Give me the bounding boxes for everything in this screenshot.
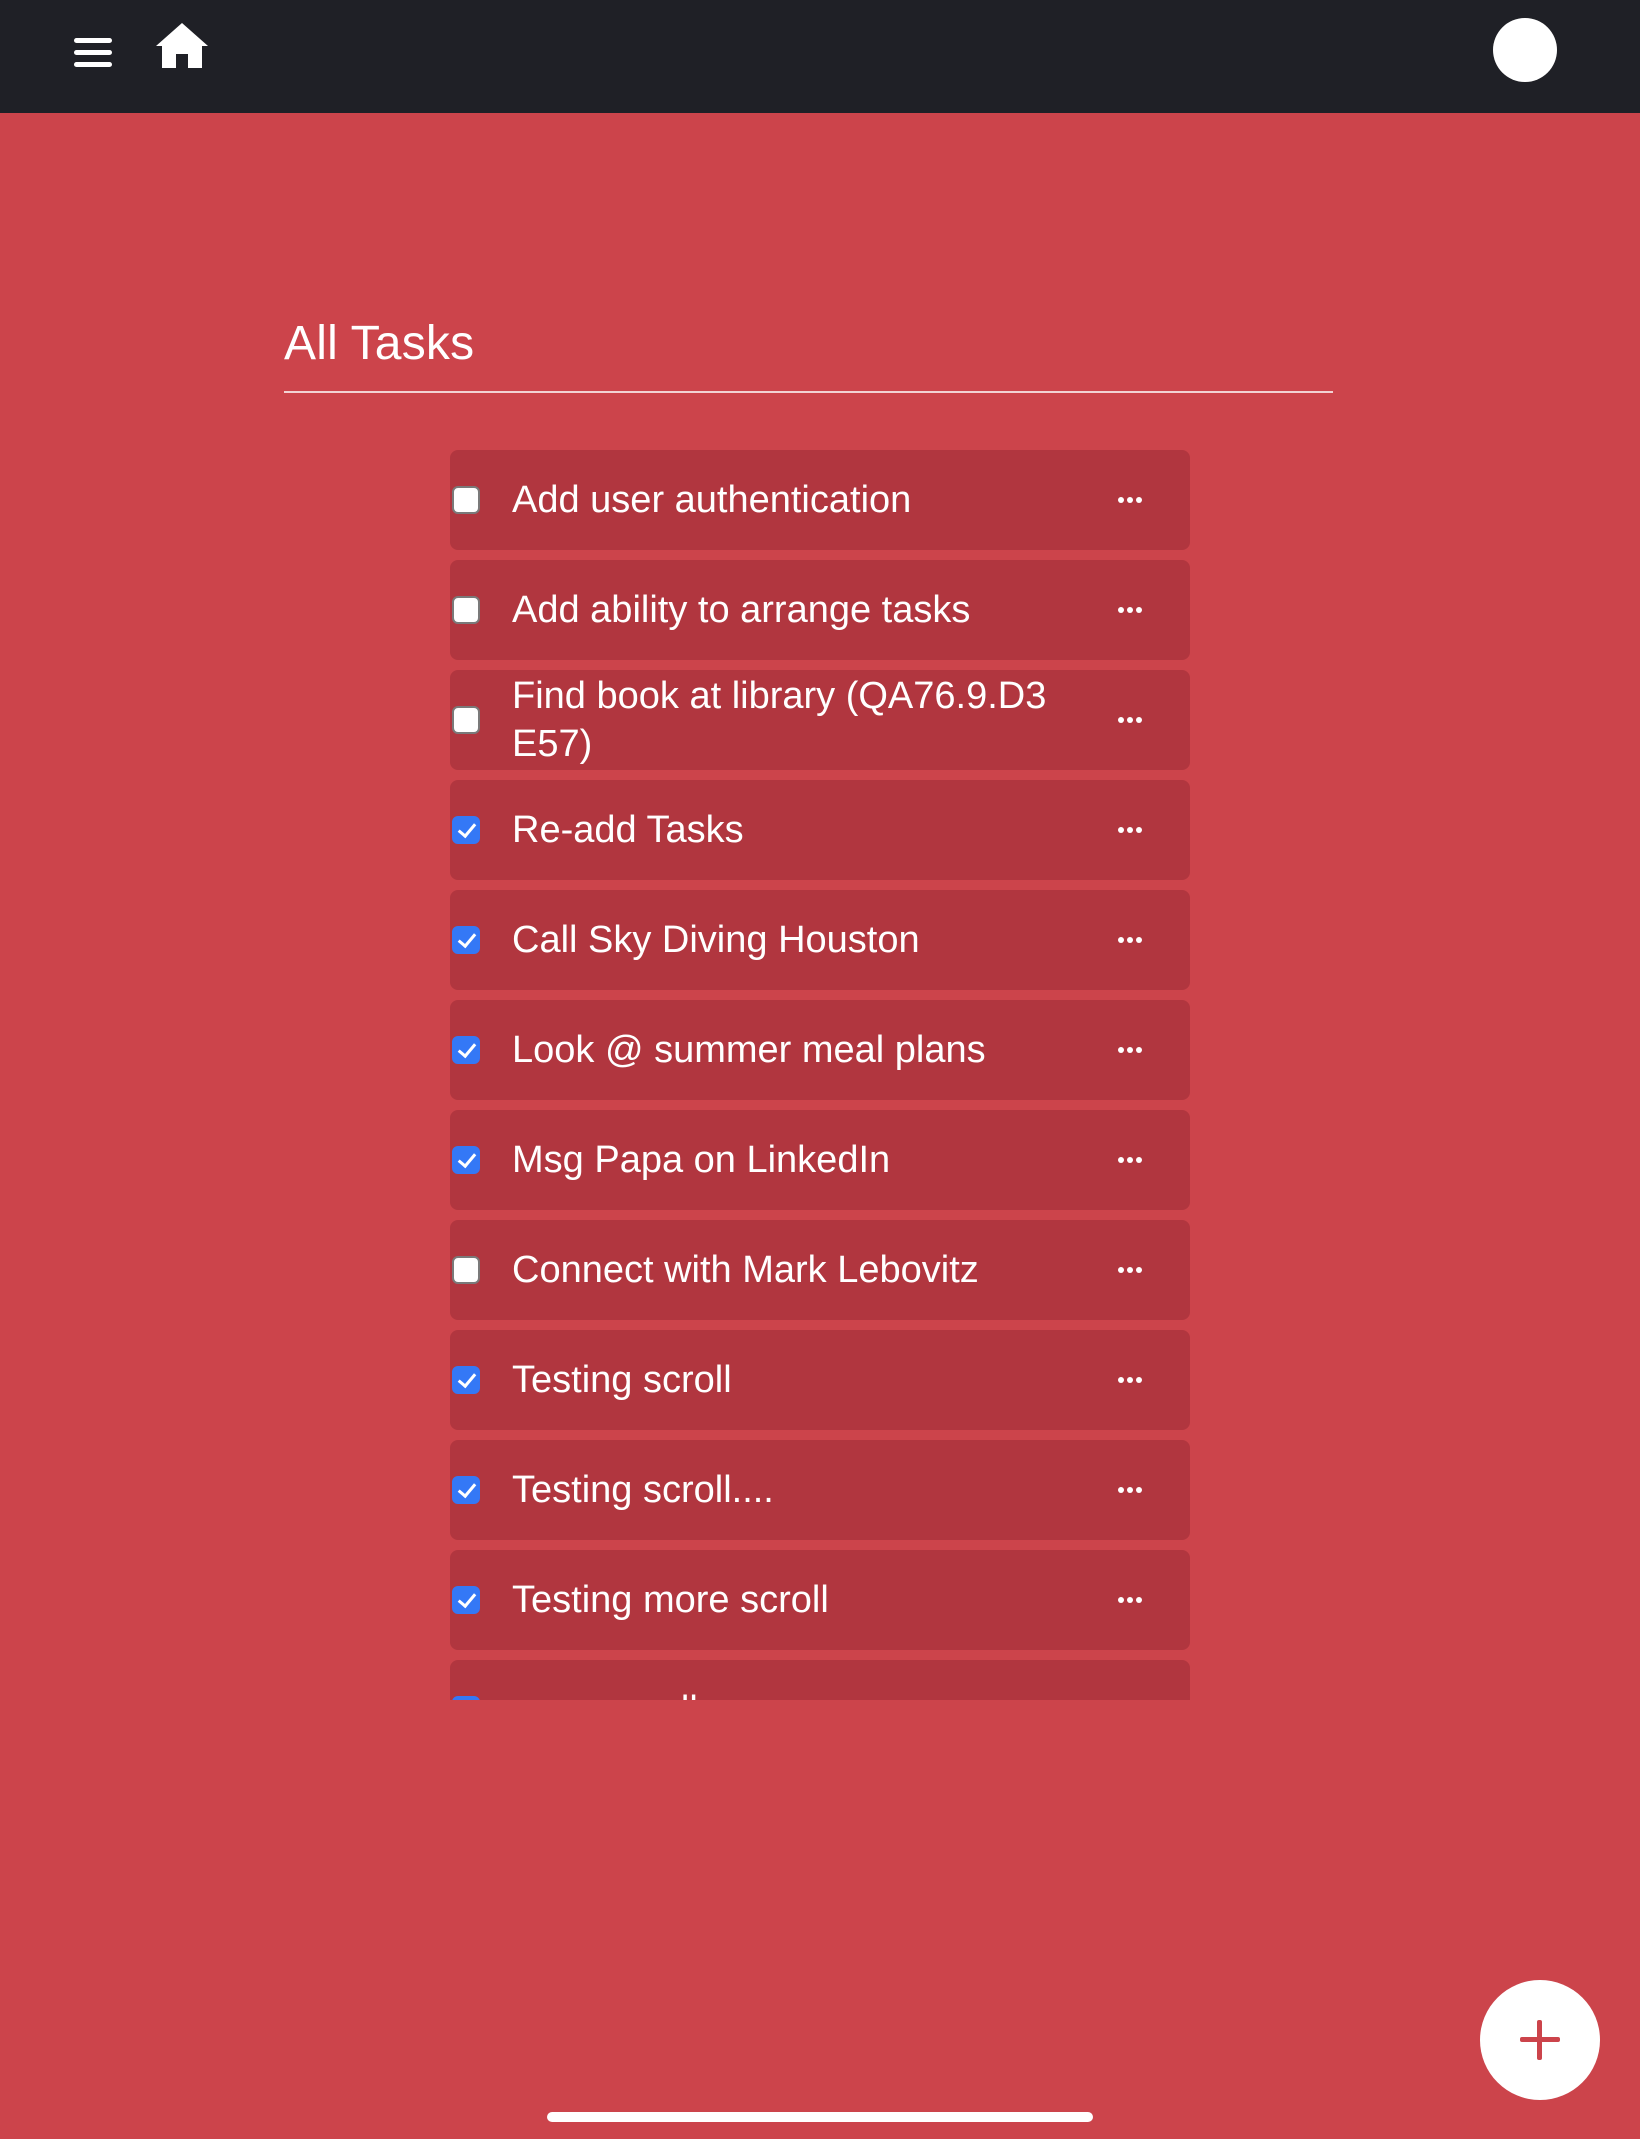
task-label: Testing scroll.... [512,1469,774,1511]
task-label: Add user authentication [512,479,912,521]
more-horizontal-icon[interactable] [1106,485,1154,515]
task-checkbox[interactable] [452,706,480,734]
task-checkbox-checked[interactable] [452,1476,480,1504]
task-list-viewport[interactable]: Add user authentication Add ability to ar… [450,450,1190,1700]
task-item[interactable]: Msg Papa on LinkedIn [450,1110,1190,1210]
more-horizontal-icon[interactable] [1106,595,1154,625]
task-checkbox-checked[interactable] [452,1146,480,1174]
task-label: Testing scroll [512,1359,732,1401]
home-indicator [547,2112,1093,2122]
more-horizontal-icon[interactable] [1106,1255,1154,1285]
more-horizontal-icon[interactable] [1106,1035,1154,1065]
task-item[interactable]: more scroll [450,1660,1190,1700]
task-label: Add ability to arrange tasks [512,589,971,631]
task-checkbox-checked[interactable] [452,1036,480,1064]
task-label: more scroll [512,1660,1052,1700]
task-item[interactable]: Call Sky Diving Houston [450,890,1190,990]
task-item[interactable]: Find book at library (QA76.9.D3 E57) [450,670,1190,770]
task-checkbox[interactable] [452,1256,480,1284]
top-bar [0,0,1640,113]
title-divider [284,391,1333,393]
task-label: Re-add Tasks [512,809,744,851]
task-checkbox-checked[interactable] [452,926,480,954]
task-label: Find book at library (QA76.9.D3 E57) [512,675,1047,765]
task-item[interactable]: Re-add Tasks [450,780,1190,880]
user-avatar[interactable] [1493,18,1557,82]
app-root: All Tasks Add user authentication Add abi… [0,0,1640,2139]
more-horizontal-icon[interactable] [1106,1475,1154,1505]
more-horizontal-icon[interactable] [1106,705,1154,735]
task-item[interactable]: Connect with Mark Lebovitz [450,1220,1190,1320]
task-checkbox-checked[interactable] [452,1586,480,1614]
task-item[interactable]: Add user authentication [450,450,1190,550]
more-horizontal-icon[interactable] [1106,1365,1154,1395]
more-horizontal-icon[interactable] [1106,1145,1154,1175]
task-list: Add user authentication Add ability to ar… [450,450,1190,1700]
home-icon[interactable] [154,20,210,72]
more-horizontal-icon[interactable] [1106,925,1154,955]
task-item[interactable]: Testing scroll.... [450,1440,1190,1540]
task-label: Msg Papa on LinkedIn [512,1139,891,1181]
task-checkbox-checked[interactable] [452,816,480,844]
task-label: Connect with Mark Lebovitz [512,1249,979,1291]
task-item[interactable]: Testing more scroll [450,1550,1190,1650]
task-label: Call Sky Diving Houston [512,919,920,961]
task-checkbox-checked[interactable] [452,1696,480,1700]
task-checkbox[interactable] [452,486,480,514]
task-item[interactable]: Testing scroll [450,1330,1190,1430]
task-label: Testing more scroll [512,1579,829,1621]
more-horizontal-icon[interactable] [1106,1585,1154,1615]
more-horizontal-icon[interactable] [1106,815,1154,845]
more-horizontal-icon[interactable] [1106,1695,1154,1700]
hamburger-menu-icon[interactable] [68,30,118,76]
task-item[interactable]: Look @ summer meal plans [450,1000,1190,1100]
add-task-button[interactable] [1480,1980,1600,2100]
task-checkbox-checked[interactable] [452,1366,480,1394]
task-checkbox[interactable] [452,596,480,624]
task-item[interactable]: Add ability to arrange tasks [450,560,1190,660]
page-title: All Tasks [284,317,475,370]
task-label: Look @ summer meal plans [512,1029,986,1071]
